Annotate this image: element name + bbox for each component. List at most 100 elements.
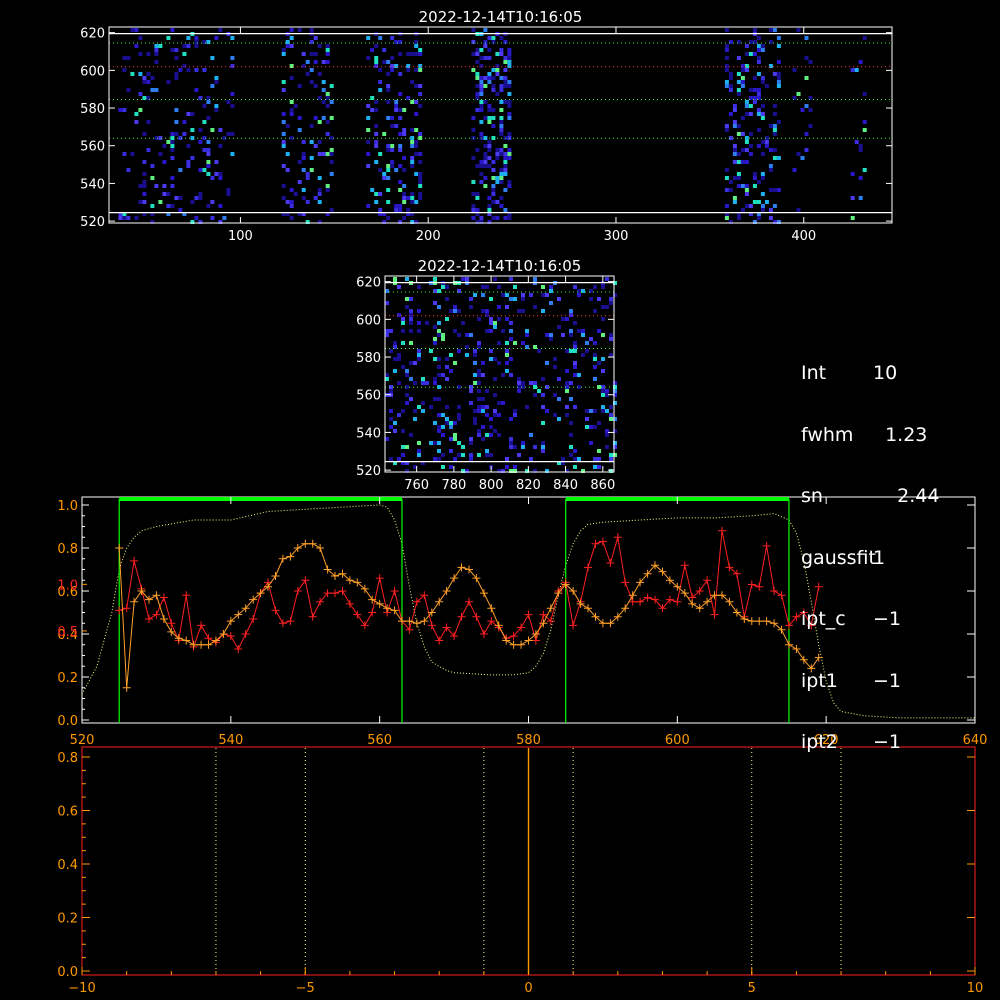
- data-pixel: [736, 184, 741, 188]
- data-pixel: [410, 52, 415, 56]
- data-pixel: [378, 192, 383, 196]
- data-pixel: [170, 176, 175, 180]
- data-pixel: [449, 353, 453, 357]
- info-key: fwhm: [801, 423, 854, 446]
- data-pixel: [410, 156, 415, 160]
- data-pixel: [772, 148, 777, 152]
- data-pixel: [533, 381, 537, 385]
- data-pixel: [410, 128, 415, 132]
- data-pixel: [541, 393, 545, 397]
- orange-series-point: [785, 640, 793, 649]
- data-pixel: [503, 216, 508, 220]
- data-pixel: [772, 132, 777, 136]
- data-pixel: [158, 152, 163, 156]
- data-pixel: [728, 88, 733, 92]
- data-pixel: [748, 104, 753, 108]
- x-tick-label: −5: [296, 981, 315, 996]
- data-pixel: [481, 361, 485, 365]
- data-pixel: [386, 188, 391, 192]
- data-pixel: [170, 156, 175, 160]
- data-pixel: [390, 116, 395, 120]
- data-pixel: [317, 188, 322, 192]
- data-pixel: [744, 104, 749, 108]
- data-pixel: [529, 381, 533, 385]
- orange-series-point: [115, 544, 124, 552]
- data-pixel: [752, 172, 757, 176]
- data-pixel: [768, 64, 773, 68]
- data-pixel: [170, 184, 175, 188]
- x-tick-label: 0: [524, 981, 532, 996]
- orange-series-point: [130, 597, 139, 606]
- data-pixel: [469, 305, 473, 309]
- data-pixel: [174, 48, 179, 52]
- data-pixel: [390, 148, 395, 152]
- red-series-point: [613, 533, 622, 542]
- data-pixel: [605, 305, 609, 309]
- y-tick-label: 620: [80, 27, 105, 42]
- data-pixel: [142, 160, 147, 164]
- data-pixel: [495, 180, 500, 184]
- data-pixel: [509, 441, 513, 445]
- red-series-point: [182, 591, 191, 600]
- data-pixel: [776, 76, 781, 80]
- orange-series-point: [375, 599, 384, 608]
- data-pixel: [382, 60, 387, 64]
- y-tick-label: 560: [80, 140, 105, 155]
- data-pixel: [146, 52, 151, 56]
- y-tick-label: 0.0: [57, 714, 78, 729]
- chart-title: 2022-12-14T10:16:05: [419, 8, 583, 26]
- data-pixel: [174, 72, 179, 76]
- data-pixel: [138, 184, 143, 188]
- data-pixel: [573, 285, 577, 289]
- data-pixel: [214, 160, 219, 164]
- data-pixel: [752, 100, 757, 104]
- data-pixel: [398, 52, 403, 56]
- data-pixel: [401, 321, 405, 325]
- data-pixel: [214, 80, 219, 84]
- data-pixel: [487, 36, 492, 40]
- data-pixel: [800, 108, 805, 112]
- data-pixel: [130, 152, 135, 156]
- data-pixel: [483, 144, 488, 148]
- data-pixel: [573, 349, 577, 353]
- data-pixel: [573, 373, 577, 377]
- data-pixel: [772, 124, 777, 128]
- orange-series-line: [118, 543, 820, 688]
- data-pixel: [509, 321, 513, 325]
- data-pixel: [194, 68, 199, 72]
- data-pixel: [126, 216, 131, 220]
- data-pixel: [402, 132, 407, 136]
- data-pixel: [441, 433, 445, 437]
- data-pixel: [728, 188, 733, 192]
- red-series-point: [226, 632, 235, 641]
- data-pixel: [481, 409, 485, 413]
- data-pixel: [533, 277, 537, 281]
- data-pixel: [457, 309, 461, 313]
- data-pixel: [398, 204, 403, 208]
- data-pixel: [329, 172, 334, 176]
- data-pixel: [776, 120, 781, 124]
- data-pixel: [565, 389, 569, 393]
- data-pixel: [483, 28, 488, 32]
- data-pixel: [390, 164, 395, 168]
- data-pixel: [545, 293, 549, 297]
- data-pixel: [325, 120, 330, 124]
- data-pixel: [393, 421, 397, 425]
- data-pixel: [374, 60, 379, 64]
- data-pixel: [281, 112, 286, 116]
- data-pixel: [301, 156, 306, 160]
- data-pixel: [475, 52, 480, 56]
- data-pixel: [589, 425, 593, 429]
- data-pixel: [309, 156, 314, 160]
- data-pixel: [285, 168, 290, 172]
- data-pixel: [491, 192, 496, 196]
- data-pixel: [409, 297, 413, 301]
- data-pixel: [740, 208, 745, 212]
- red-series-point: [159, 593, 168, 602]
- red-series-point: [353, 610, 362, 619]
- data-pixel: [289, 188, 294, 192]
- data-pixel: [499, 36, 504, 40]
- data-pixel: [309, 68, 314, 72]
- data-pixel: [374, 132, 379, 136]
- data-pixel: [491, 216, 496, 220]
